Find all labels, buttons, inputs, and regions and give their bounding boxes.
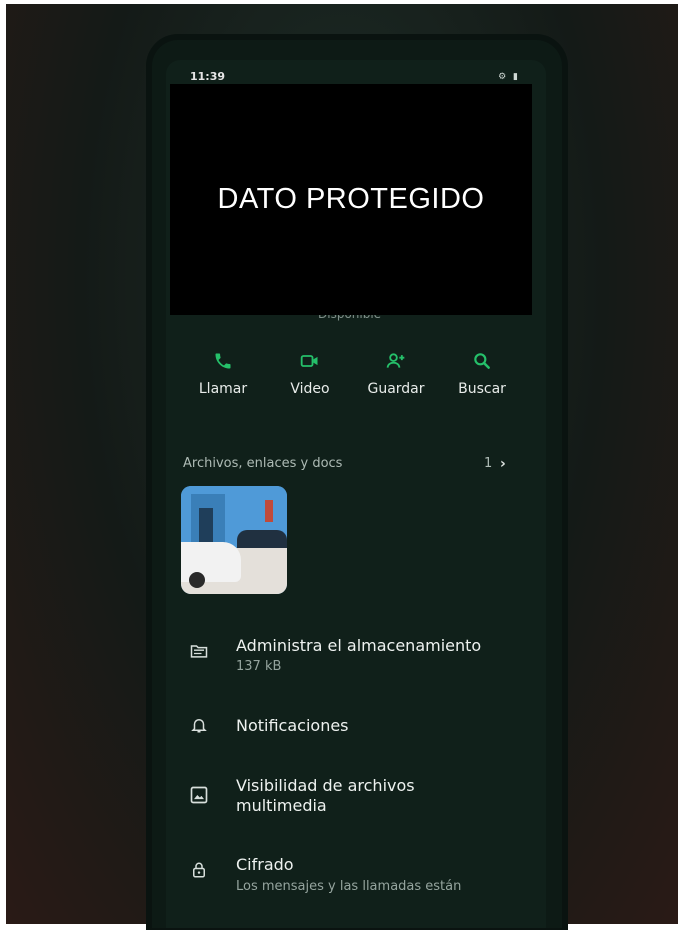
call-button[interactable]: Llamar xyxy=(183,348,263,397)
chevron-right-icon[interactable]: › xyxy=(500,456,506,472)
save-contact-label: Guardar xyxy=(367,381,425,397)
media-visibility-item[interactable]: Visibilidad de archivos multimedia xyxy=(186,776,516,818)
search-button[interactable]: Buscar xyxy=(442,348,522,397)
settings-icon: ⚙ xyxy=(498,72,509,82)
encryption-item[interactable]: Cifrado Los mensajes y las llamadas está… xyxy=(186,855,516,897)
video-camera-icon xyxy=(270,348,350,374)
video-label: Video xyxy=(290,381,330,397)
encryption-title: Cifrado xyxy=(236,855,294,874)
notifications-title: Notificaciones xyxy=(236,716,349,735)
media-thumbnail[interactable] xyxy=(181,486,287,594)
manage-storage-title: Administra el almacenamiento xyxy=(236,636,482,655)
search-icon xyxy=(442,348,522,374)
notifications-item[interactable]: Notificaciones xyxy=(186,716,516,740)
add-contact-icon xyxy=(356,348,436,374)
redaction-block: DATO PROTEGIDO xyxy=(170,84,532,315)
encryption-subtitle: Los mensajes y las llamadas están xyxy=(236,879,462,894)
search-label: Buscar xyxy=(458,381,506,397)
bell-icon xyxy=(186,712,212,738)
media-visibility-title: Visibilidad de archivos xyxy=(236,776,415,795)
status-icons: ⚙ ▮ xyxy=(498,72,520,82)
media-count[interactable]: 1 xyxy=(484,456,492,471)
media-section-title[interactable]: Archivos, enlaces y docs xyxy=(183,456,342,471)
status-time: 11:39 xyxy=(190,70,226,83)
redaction-label: DATO PROTEGIDO xyxy=(217,183,485,215)
folder-icon xyxy=(186,638,212,664)
call-label: Llamar xyxy=(198,381,248,397)
video-button[interactable]: Video xyxy=(270,348,350,397)
save-contact-button[interactable]: Guardar xyxy=(356,348,436,397)
media-visibility-title-line2: multimedia xyxy=(236,796,327,815)
lock-icon xyxy=(186,857,212,883)
battery-icon: ▮ xyxy=(513,72,520,82)
phone-icon xyxy=(183,348,263,374)
image-icon xyxy=(186,782,212,808)
manage-storage-item[interactable]: Administra el almacenamiento 137 kB xyxy=(186,636,516,678)
manage-storage-size: 137 kB xyxy=(236,659,282,674)
